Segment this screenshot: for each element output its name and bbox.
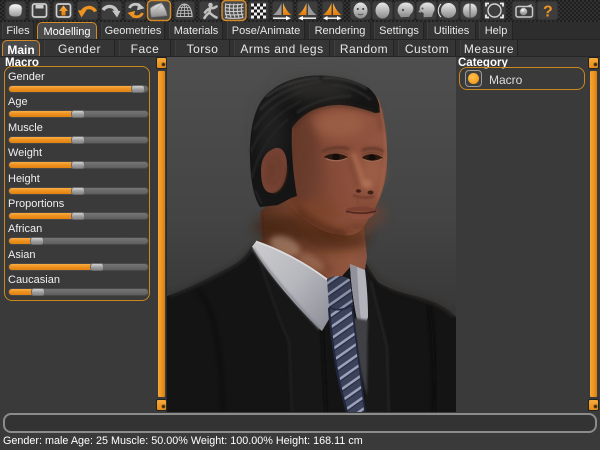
svg-text:?: ? — [543, 4, 553, 21]
